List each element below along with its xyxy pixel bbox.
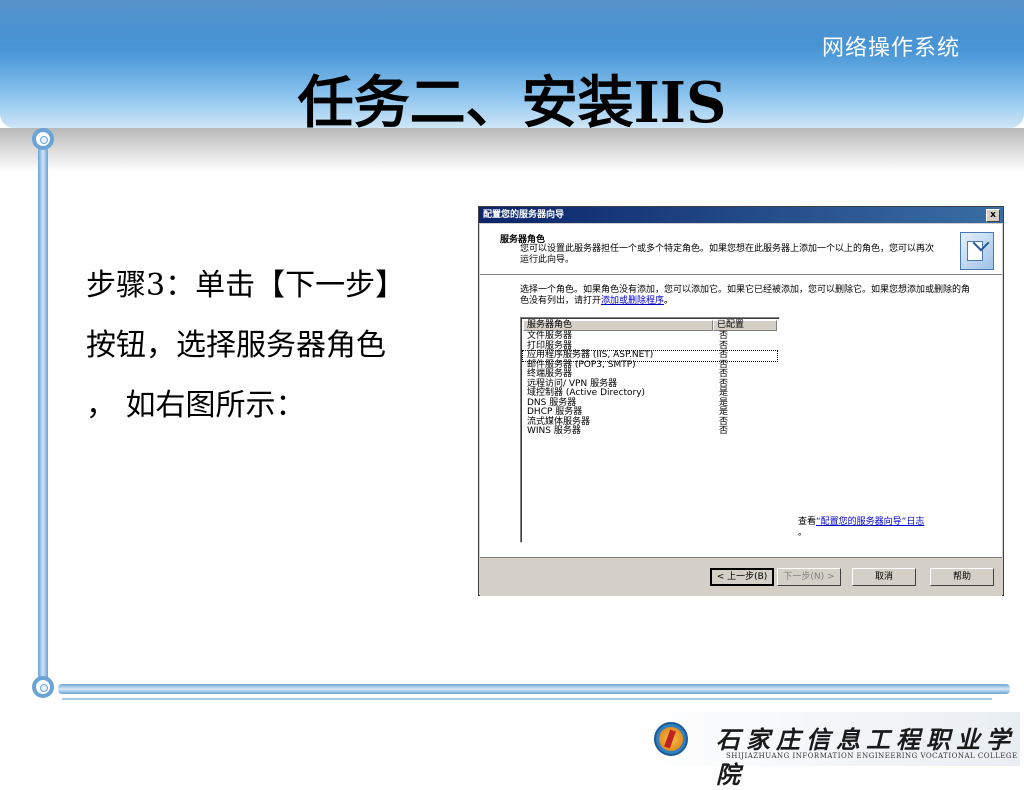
log-suffix: 。 <box>798 528 808 538</box>
next-button[interactable]: 下一步(N) > <box>777 568 841 586</box>
log-prefix: 查看 <box>798 517 817 527</box>
dialog-footer: < 上一步(B) 下一步(N) > 取消 帮助 <box>480 557 1002 596</box>
column-header-role[interactable]: 服务器角色 <box>523 320 713 331</box>
role-name: WINS 服务器 <box>527 426 581 436</box>
step-line-3: ， 如右图所示： <box>86 388 306 423</box>
dialog-body: 选择一个角色。如果角色没有添加，您可以添加它。如果它已经被添加，您可以删除它。如… <box>480 275 1002 557</box>
server-roles-icon <box>960 232 994 270</box>
horizontal-rail-thin <box>62 698 992 700</box>
list-rows: 文件服务器否 打印服务器否 应用程序服务器 (IIS, ASP.NET) 否 邮件… <box>522 331 778 437</box>
close-icon[interactable]: x <box>986 209 1000 222</box>
step-line-2: 按钮，选择服务器角色 <box>86 328 386 363</box>
college-name-en: SHIJIAZHUANG INFORMATION ENGINEERING VOC… <box>726 752 1018 760</box>
add-remove-programs-link[interactable]: 添加或删除程序 <box>601 296 664 306</box>
body-desc-suffix: 。 <box>664 296 674 306</box>
back-button[interactable]: < 上一步(B) <box>710 568 774 586</box>
header-shadow <box>0 128 1024 172</box>
vertical-rail <box>38 146 48 686</box>
step-instructions: 步骤3：单击【下一步】 按钮，选择服务器角色 ， 如右图所示： <box>86 256 436 436</box>
body-desc-text: 选择一个角色。如果角色没有添加，您可以添加它。如果它已经被添加，您可以删除它。如… <box>520 285 971 306</box>
header-description: 您可以设置此服务器担任一个或多个特定角色。如果您想在此服务器上添加一个以上的角色… <box>520 244 935 265</box>
dialog-title: 配置您的服务器向导 <box>483 210 565 220</box>
slide-title: 任务二、安装IIS <box>297 70 727 136</box>
configure-server-wizard-dialog: 配置您的服务器向导 x 服务器角色 您可以设置此服务器担任一个或多个特定角色。如… <box>478 206 1004 596</box>
step-line-1: 步骤3：单击【下一步】 <box>86 268 406 303</box>
server-roles-list[interactable]: 服务器角色 已配置 文件服务器否 打印服务器否 应用程序服务器 (IIS, AS… <box>520 317 780 543</box>
college-logo-banner: 石家庄信息工程职业学院 SHIJIAZHUANG INFORMATION ENG… <box>634 712 1020 789</box>
column-header-configured[interactable]: 已配置 <box>713 320 777 331</box>
body-description: 选择一个角色。如果角色没有添加，您可以添加它。如果它已经被添加，您可以删除它。如… <box>520 285 970 307</box>
bottom-ring-ornament <box>32 676 54 698</box>
cancel-button[interactable]: 取消 <box>852 568 916 586</box>
college-emblem-icon <box>654 722 688 756</box>
role-configured: 否 <box>719 426 729 436</box>
list-header: 服务器角色 已配置 <box>523 320 777 331</box>
dialog-titlebar: 配置您的服务器向导 x <box>479 207 1003 223</box>
list-item[interactable]: WINS 服务器 否 <box>523 426 777 437</box>
dialog-header: 服务器角色 您可以设置此服务器担任一个或多个特定角色。如果您想在此服务器上添加一… <box>480 224 1002 275</box>
wizard-log-link[interactable]: “配置您的服务器向导”日志 <box>816 517 924 527</box>
help-button[interactable]: 帮助 <box>930 568 994 586</box>
top-ring-ornament <box>32 128 54 150</box>
horizontal-rail <box>58 684 1010 694</box>
wizard-log-link-area: 查看“配置您的服务器向导”日志 。 <box>798 517 998 539</box>
